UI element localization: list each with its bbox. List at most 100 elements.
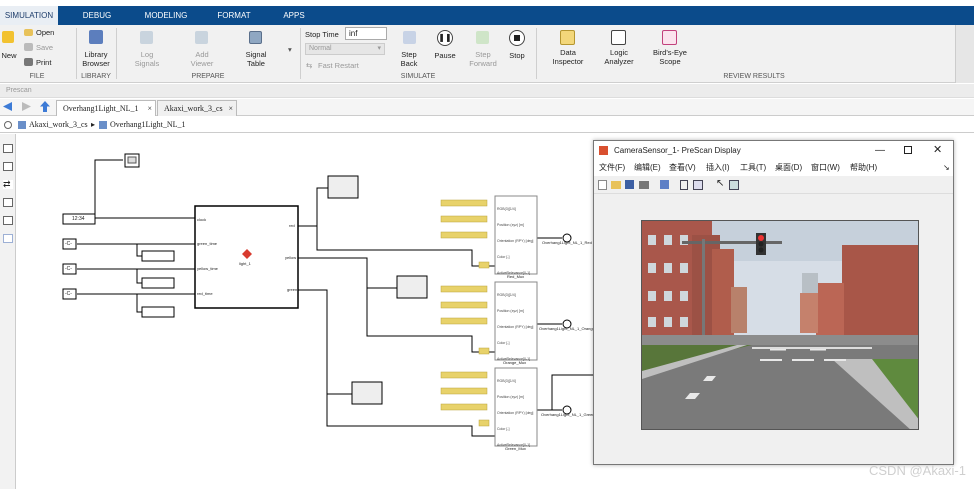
open-file-icon[interactable]: [611, 181, 621, 189]
print-icon[interactable]: [639, 181, 649, 189]
port-label: yellow: [285, 255, 297, 260]
data-inspector-icon: [560, 30, 575, 45]
fast-restart-button[interactable]: Fast Restart: [318, 61, 359, 70]
property-editor-icon[interactable]: [729, 180, 739, 190]
tab-apps[interactable]: APPS: [274, 6, 314, 25]
doc-tab-akaxi[interactable]: Akaxi_work_3_cs ×: [157, 100, 237, 116]
prepare-dropdown-icon[interactable]: ▾: [288, 45, 292, 54]
print-icon: [24, 58, 33, 66]
logic-analyzer-button[interactable]: Logic Analyzer: [598, 48, 640, 66]
group-label-library: LIBRARY: [81, 73, 111, 80]
annotation-icon[interactable]: [3, 198, 13, 207]
breadcrumb-root[interactable]: Akaxi_work_3_cs: [29, 117, 88, 133]
port-label: green: [287, 287, 298, 292]
menu-file[interactable]: 文件(F): [599, 160, 625, 176]
zoom-icon[interactable]: [3, 144, 13, 153]
window-titlebar[interactable]: CameraSensor_1- PreScan Display — ✕: [594, 141, 953, 160]
open-icon: [24, 29, 33, 36]
forward-arrow-icon[interactable]: [22, 102, 31, 111]
display-block: [141, 306, 175, 318]
breadcrumb-child[interactable]: Overhang1Light_NL_1: [110, 117, 186, 133]
clock-value: 12:34: [72, 216, 85, 222]
pointer-icon[interactable]: ↖: [716, 178, 724, 189]
log-signals-button[interactable]: Log Signals: [128, 50, 166, 68]
display-block: [141, 277, 175, 289]
stop-time-input[interactable]: inf: [345, 27, 387, 40]
library-browser-button[interactable]: Library Browser: [78, 50, 114, 68]
save-icon[interactable]: [625, 180, 634, 189]
display-block: [351, 381, 383, 405]
subsystem-name: light_1: [239, 261, 251, 266]
mux-port-list: RGB(3)[1/4] Position (xyz) [m] Orientation…: [497, 379, 534, 447]
port-label: green_time: [197, 241, 218, 246]
tab-debug[interactable]: DEBUG: [72, 6, 122, 25]
tab-format[interactable]: FORMAT: [208, 6, 260, 25]
menu-help[interactable]: 帮助(H): [850, 160, 877, 176]
add-viewer-button[interactable]: Add Viewer: [183, 50, 221, 68]
up-arrow-icon[interactable]: [40, 101, 50, 112]
close-icon[interactable]: ×: [147, 101, 152, 116]
hide-browser-icon[interactable]: [4, 121, 12, 129]
subsystem-icon: [99, 121, 107, 129]
bus-label: Overhang1Light_NL_1_Green: [541, 412, 595, 417]
print-button[interactable]: Print: [36, 58, 51, 67]
log-signals-icon: [140, 31, 153, 44]
tab-modeling[interactable]: MODELING: [136, 6, 196, 25]
birds-eye-scope-icon: [662, 30, 677, 45]
arrows-icon[interactable]: ⇄: [3, 180, 13, 189]
traffic-light-arm: [682, 241, 782, 244]
minimize-icon[interactable]: —: [875, 141, 885, 160]
tab-simulation[interactable]: SIMULATION: [0, 6, 58, 25]
area-icon[interactable]: [3, 234, 13, 243]
sim-mode-select[interactable]: Normal ▾: [305, 43, 385, 55]
mux-port-list: RGB(3)[1/4] Position (xyz) [m] Orientation…: [497, 207, 534, 275]
link-plot-icon[interactable]: [660, 180, 669, 189]
watermark-text: CSDN @Akaxi-1: [869, 463, 966, 478]
birds-eye-scope-button[interactable]: Bird's-Eye Scope: [646, 48, 694, 66]
port-label: clock: [197, 217, 207, 222]
ribbon-scrollbar[interactable]: [955, 25, 974, 83]
add-viewer-icon: [195, 31, 208, 44]
street-scene: [642, 221, 918, 429]
data-inspector-button[interactable]: Data Inspector: [546, 48, 590, 66]
back-arrow-icon[interactable]: [3, 102, 12, 111]
menu-view[interactable]: 查看(V): [669, 160, 696, 176]
bus-label: Overhang1Light_NL_1_Orange: [539, 326, 595, 331]
constant-value: -C-: [65, 291, 72, 297]
new-icon: [2, 31, 14, 43]
menu-window[interactable]: 窗口(W): [811, 160, 840, 176]
port-label: red: [289, 223, 295, 228]
save-button[interactable]: Save: [36, 43, 53, 52]
step-forward-button[interactable]: Step Forward: [466, 50, 500, 68]
step-forward-icon: [476, 31, 489, 44]
fit-view-icon[interactable]: [3, 162, 13, 171]
menu-edit[interactable]: 编辑(E): [634, 160, 661, 176]
stop-icon: [509, 30, 525, 46]
dock-icon[interactable]: ↘: [943, 160, 950, 176]
close-icon[interactable]: ×: [228, 101, 233, 116]
left-palette: ⇄: [0, 134, 16, 489]
colorbar-icon[interactable]: [680, 180, 688, 190]
open-button[interactable]: Open: [36, 28, 54, 37]
doc-tab-overhang[interactable]: Overhang1Light_NL_1 ×: [56, 100, 156, 116]
stop-button[interactable]: Stop: [504, 51, 530, 60]
display-block: [327, 175, 359, 199]
menu-insert[interactable]: 插入(I): [706, 160, 730, 176]
model-icon: [18, 121, 26, 129]
ribbon: New Open Save Print FILE Library Browser…: [0, 25, 974, 83]
prescan-toolbar-label: Prescan: [0, 84, 974, 98]
group-label-prepare: PREPARE: [191, 73, 225, 80]
camera-view-image: [641, 220, 919, 430]
close-icon[interactable]: ✕: [933, 141, 942, 160]
new-figure-icon[interactable]: [598, 180, 607, 190]
step-back-button[interactable]: Step Back: [394, 50, 424, 68]
menu-tools[interactable]: 工具(T): [740, 160, 766, 176]
menu-desktop[interactable]: 桌面(D): [775, 160, 802, 176]
legend-icon[interactable]: [693, 180, 703, 190]
pause-button[interactable]: Pause: [430, 51, 460, 60]
new-button[interactable]: New: [0, 51, 18, 60]
display-block: [141, 250, 175, 262]
image-icon[interactable]: [3, 216, 13, 225]
signal-table-button[interactable]: Signal Table: [237, 50, 275, 68]
maximize-icon[interactable]: [904, 146, 912, 154]
